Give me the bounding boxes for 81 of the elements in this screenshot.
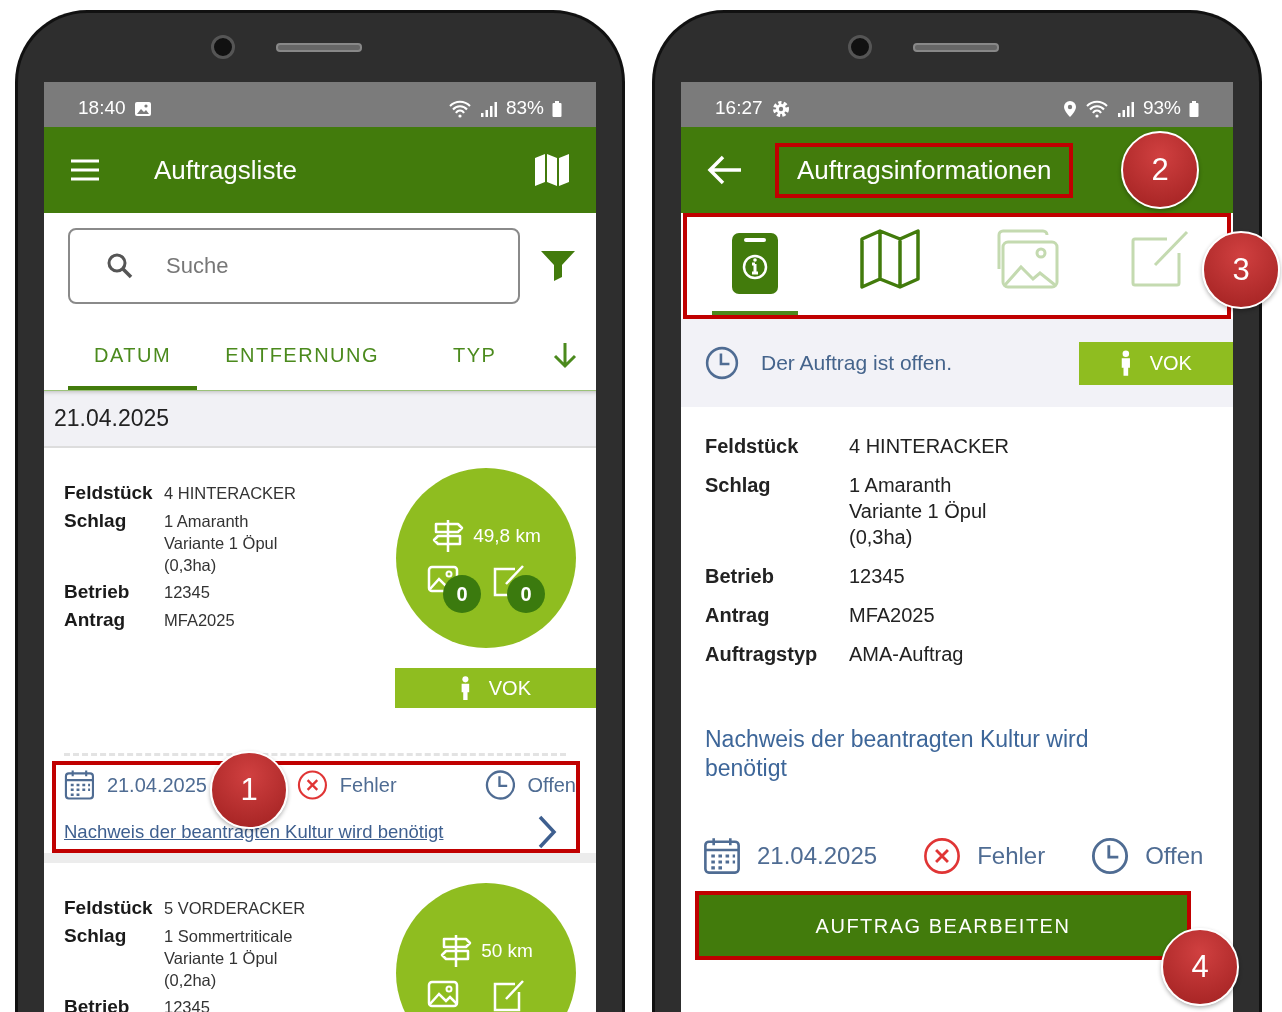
field-label: Feldstück xyxy=(64,481,154,505)
menu-icon[interactable] xyxy=(70,159,100,181)
app-bar-title: Auftragsinformationen xyxy=(797,154,1052,185)
date-text: 21.04.2025 xyxy=(106,773,207,798)
error-status-text: Fehler xyxy=(339,773,397,798)
field-value: 12345 xyxy=(164,582,211,603)
date-header: 21.04.2025 xyxy=(44,391,596,448)
vok-label: VOK xyxy=(488,676,531,701)
sort-tab[interactable]: ENTFERNUNG xyxy=(199,319,405,390)
field-value: MFA2025 xyxy=(849,603,936,628)
field-value: 1 Sommertriticale Variante 1 Öpul (0,2ha) xyxy=(164,926,294,991)
error-icon xyxy=(923,837,962,875)
field-label: Auftragstyp xyxy=(705,642,819,667)
camera-lens xyxy=(848,35,872,59)
map-icon[interactable] xyxy=(534,153,570,187)
date-text: 21.04.2025 xyxy=(757,841,878,871)
wifi-icon xyxy=(447,99,472,118)
field-value: 5 VORDERACKER xyxy=(164,898,307,919)
message-text: Nachweis der beantragten Kultur wird benötigt xyxy=(705,725,1090,783)
status-time: 18:40 xyxy=(78,96,126,121)
sort-tab[interactable]: TYP xyxy=(427,319,523,390)
battery-icon xyxy=(552,99,562,118)
distance-text: 50 km xyxy=(481,938,533,963)
calendar-icon xyxy=(64,769,95,801)
distance-circle[interactable]: 49,8 km 0 0 xyxy=(396,468,576,648)
edit-order-button[interactable]: AUFTRAG BEARBEITEN xyxy=(695,891,1191,960)
status-time: 16:27 xyxy=(715,96,763,121)
clock-icon xyxy=(484,769,516,801)
wifi-icon xyxy=(1084,99,1109,118)
field-label: Antrag xyxy=(705,603,771,628)
field-label: Schlag xyxy=(64,924,128,948)
field-label: Betrieb xyxy=(64,580,131,604)
back-arrow-icon[interactable] xyxy=(707,154,743,186)
map-icon xyxy=(859,229,920,289)
signal-icon xyxy=(1116,99,1135,118)
field-value: 12345 xyxy=(849,564,906,589)
open-status-text: Offen xyxy=(1145,841,1204,871)
error-icon xyxy=(297,769,328,801)
signpost-icon xyxy=(431,519,466,553)
battery-percentage: 83% xyxy=(505,96,544,121)
edit-icon xyxy=(1130,229,1189,287)
clock-icon xyxy=(705,346,739,380)
battery-percentage: 93% xyxy=(1142,96,1181,121)
edit-icon xyxy=(491,978,525,1012)
vok-label: VOK xyxy=(1149,351,1192,376)
field-label: Feldstück xyxy=(705,434,800,459)
camera-lens xyxy=(211,35,235,59)
clock-icon xyxy=(1091,837,1130,875)
field-label: Schlag xyxy=(64,509,128,533)
chevron-right-icon[interactable] xyxy=(536,815,558,849)
search-field[interactable]: Suche xyxy=(68,228,520,304)
field-value: AMA-Auftrag xyxy=(849,642,965,667)
field-value: 4 HINTERACKER xyxy=(164,483,298,504)
gallery-icon xyxy=(133,99,152,118)
field-label: Schlag xyxy=(705,473,772,498)
open-status-text: Offen xyxy=(527,773,576,798)
sort-direction-arrow-icon[interactable] xyxy=(552,341,578,369)
distance-circle[interactable]: 50 km xyxy=(396,883,576,1012)
field-label: Feldstück xyxy=(64,896,154,920)
signal-icon xyxy=(479,99,498,118)
signpost-icon xyxy=(439,934,474,968)
field-label: Antrag xyxy=(64,608,127,632)
person-icon xyxy=(459,676,471,700)
error-status-text: Fehler xyxy=(977,841,1046,871)
filter-icon[interactable] xyxy=(540,250,576,282)
field-value: 4 HINTERACKER xyxy=(849,434,1011,459)
gear-icon xyxy=(770,98,791,119)
field-value: 1 Amaranth Variante 1 Öpul (0,3ha) xyxy=(164,511,279,576)
field-value: MFA2025 xyxy=(164,610,236,631)
person-icon xyxy=(1120,350,1132,376)
field-label: Betrieb xyxy=(705,564,775,589)
location-pin-icon xyxy=(1062,99,1077,118)
calendar-icon xyxy=(703,837,741,875)
app-bar-title: Auftragsliste xyxy=(154,153,299,187)
status-text: Der Auftrag ist offen. xyxy=(761,350,954,377)
search-icon xyxy=(106,252,134,280)
battery-icon xyxy=(1189,99,1199,118)
field-value: 1 Amaranth Variante 1 Öpul (0,3ha) xyxy=(849,473,988,550)
distance-text: 49,8 km xyxy=(473,523,541,548)
photo-count: 0 xyxy=(443,575,481,613)
note-count: 0 xyxy=(507,575,545,613)
